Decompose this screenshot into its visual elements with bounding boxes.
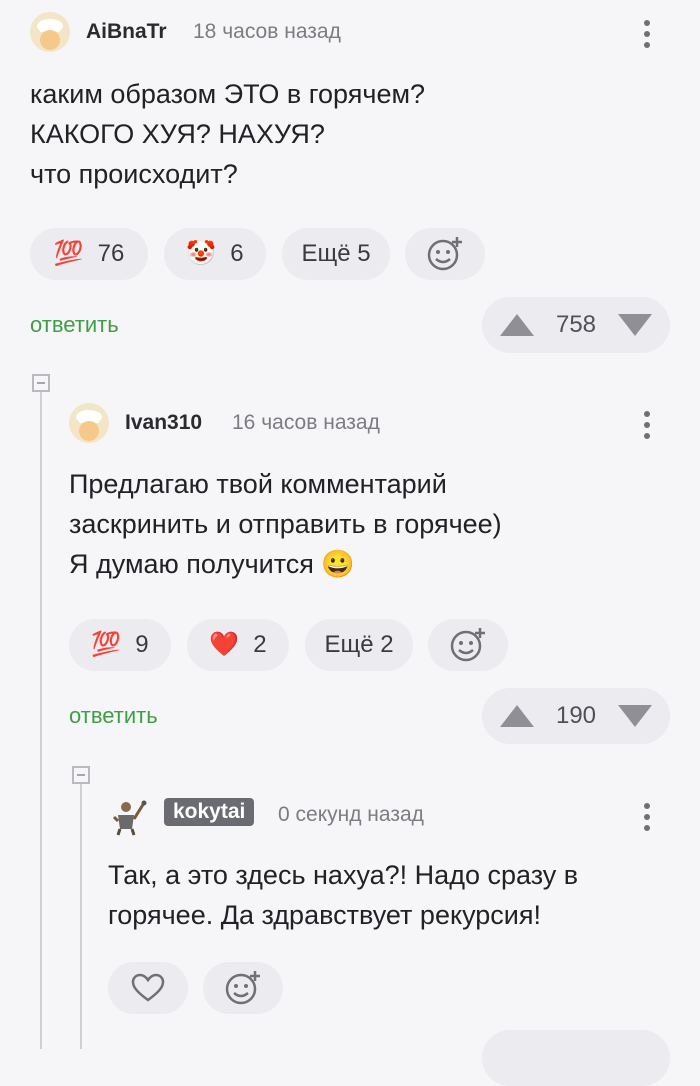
red-heart-icon: ❤️	[209, 631, 240, 658]
reply-link[interactable]: ответить	[69, 703, 158, 729]
author-badge[interactable]: kokytai	[164, 798, 255, 826]
downvote-icon[interactable]	[617, 314, 652, 336]
avatar[interactable]	[30, 12, 70, 52]
add-reaction-button[interactable]	[203, 962, 283, 1014]
more-options-icon[interactable]	[639, 797, 655, 837]
reaction-button[interactable]: 🤡 6	[164, 228, 266, 280]
warrior-avatar-icon	[112, 800, 147, 836]
rating-control	[482, 1030, 670, 1086]
more-options-icon[interactable]	[639, 405, 655, 445]
reaction-button[interactable]: 💯 76	[30, 228, 148, 280]
rating-value: 758	[555, 311, 597, 338]
comment-author[interactable]: AiBnaTr	[86, 20, 167, 44]
downvote-icon[interactable]	[617, 705, 652, 727]
clown-face-icon: 🤡	[186, 240, 217, 267]
hundred-points-icon: 💯	[53, 240, 84, 267]
more-options-icon[interactable]	[639, 14, 655, 54]
add-reaction-button[interactable]	[428, 619, 508, 671]
reaction-count: 9	[135, 631, 149, 658]
rating-control: 190	[482, 688, 670, 744]
thread-line	[40, 392, 42, 1049]
more-reactions-button[interactable]: Ещё 5	[282, 228, 390, 280]
comment-line: каким образом ЭТО в горячем?	[30, 79, 426, 109]
add-emoji-icon	[427, 237, 462, 271]
chef-avatar-icon	[69, 403, 109, 443]
reaction-button[interactable]: 💯 9	[69, 619, 171, 671]
comment-line: КАКОГО ХУЯ? НАХУЯ?	[30, 119, 325, 149]
chef-avatar-icon	[30, 12, 70, 52]
comment-text: Так, а это здесь нахуа?! Надо сразу в го…	[108, 855, 578, 935]
comment-text: каким образом ЭТО в горячем? КАКОГО ХУЯ?…	[30, 74, 425, 194]
add-emoji-icon	[450, 628, 485, 662]
like-button[interactable]	[108, 962, 188, 1014]
comment-line: горячее. Да здравствует рекурсия!	[108, 900, 541, 930]
upvote-icon[interactable]	[500, 705, 534, 727]
rating-value: 190	[555, 702, 597, 729]
add-emoji-icon	[225, 971, 260, 1005]
comment-text: Предлагаю твой комментарий заскринить и …	[69, 464, 502, 584]
comment-line: Предлагаю твой комментарий	[69, 469, 447, 499]
comment-line: Так, а это здесь нахуа?! Надо сразу в	[108, 860, 579, 890]
upvote-icon[interactable]	[500, 314, 534, 336]
thread-line	[80, 784, 82, 1049]
comment-time: 16 часов назад	[232, 411, 380, 434]
avatar[interactable]	[108, 797, 148, 837]
add-reaction-button[interactable]	[405, 228, 485, 280]
more-reactions-button[interactable]: Ещё 2	[305, 619, 413, 671]
comment-time: 18 часов назад	[193, 20, 341, 43]
heart-outline-icon	[131, 973, 165, 1002]
comment-author[interactable]: Ivan310	[125, 411, 202, 435]
comment-line: заскринить и отправить в горячее)	[69, 509, 502, 539]
rating-control: 758	[482, 297, 670, 353]
reaction-button[interactable]: ❤️ 2	[187, 619, 289, 671]
collapse-button[interactable]	[72, 766, 90, 784]
avatar[interactable]	[69, 403, 109, 443]
reaction-count: 2	[253, 631, 267, 658]
reply-link[interactable]: ответить	[30, 312, 119, 338]
comment-time: 0 секунд назад	[278, 803, 424, 826]
collapse-button[interactable]	[32, 374, 50, 392]
comment-line: Я думаю получится 😀	[69, 549, 356, 579]
reaction-count: 76	[97, 240, 125, 267]
comment-line: что происходит?	[30, 159, 238, 189]
hundred-points-icon: 💯	[91, 631, 122, 658]
reaction-count: 6	[230, 240, 244, 267]
